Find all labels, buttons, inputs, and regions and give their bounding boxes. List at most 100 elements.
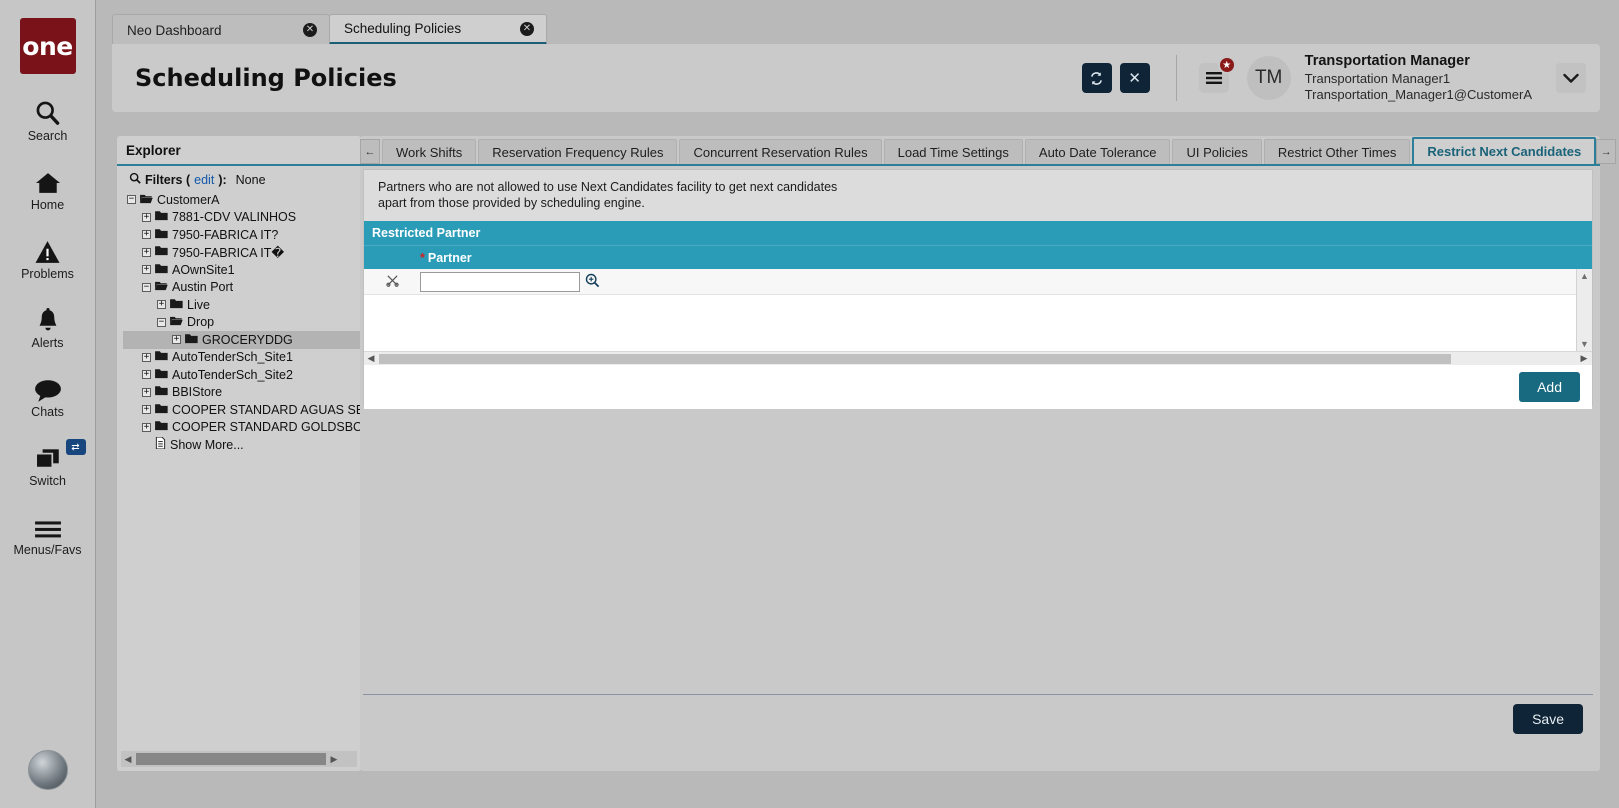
tree-expand-icon[interactable]: + <box>142 265 151 275</box>
partner-lookup-search-icon[interactable] <box>585 273 600 291</box>
tab-auto-date-tolerance[interactable]: Auto Date Tolerance <box>1024 139 1171 164</box>
tree-expand-icon[interactable]: + <box>142 387 151 397</box>
user-menu-chevron-down-icon[interactable] <box>1556 63 1586 93</box>
tree-node[interactable]: + AutoTenderSch_Site2 <box>123 366 361 384</box>
grid-horizontal-scrollbar[interactable]: ◀ ▶ <box>364 351 1592 366</box>
tree-expand-icon[interactable]: + <box>172 335 181 345</box>
explorer-tree: − CustomerA +7881-CDV VALINHOS +7950-FABRIC… <box>117 191 409 454</box>
panel-description-line2: apart from those provided by scheduling … <box>378 195 645 210</box>
tree-node[interactable]: Show More... <box>123 436 361 454</box>
tab-reservation-frequency-rules[interactable]: Reservation Frequency Rules <box>478 139 678 164</box>
tree-node[interactable]: + GROCERYDDG <box>123 331 361 349</box>
tree-node[interactable]: − Drop <box>123 314 361 332</box>
tab-work-shifts[interactable]: Work Shifts <box>382 139 477 164</box>
tree-collapse-icon[interactable]: − <box>157 317 166 327</box>
page-title: Scheduling Policies <box>135 64 397 92</box>
tree-expand-icon[interactable]: + <box>142 247 151 257</box>
scroll-right-arrow-icon[interactable]: ▶ <box>327 754 341 765</box>
explorer-panel: Explorer Filters (edit): None − CustomerA… <box>117 136 409 771</box>
switch-badge-icon[interactable]: ⇄ <box>65 439 86 455</box>
tab-load-time-settings[interactable]: Load Time Settings <box>883 139 1023 164</box>
tree-node[interactable]: + BBIStore <box>123 384 361 402</box>
tree-collapse-icon[interactable]: − <box>127 195 136 205</box>
filters-suffix: ): <box>218 172 227 187</box>
filters-edit-link[interactable]: edit <box>194 173 214 187</box>
tree-expand-icon[interactable]: + <box>142 422 151 432</box>
tree-node[interactable]: +7950-FABRICA IT� <box>123 244 361 262</box>
bell-icon <box>36 303 60 333</box>
folder-icon <box>155 420 168 434</box>
filters-label: Filters ( <box>145 172 191 187</box>
scroll-down-arrow-icon[interactable]: ▼ <box>1580 337 1589 351</box>
document-icon <box>155 436 166 452</box>
doc-tab-scheduling-policies[interactable]: Scheduling Policies ✕ <box>329 14 547 45</box>
tree-node[interactable]: +7950-FABRICA IT? <box>123 226 361 244</box>
rail-item-home[interactable]: Home <box>0 165 96 212</box>
tree-node[interactable]: − CustomerA <box>123 191 361 209</box>
tree-collapse-icon[interactable]: − <box>142 282 151 292</box>
rail-item-chats[interactable]: Chats <box>0 372 96 419</box>
tree-expand-icon[interactable]: + <box>142 352 151 362</box>
tab-ui-policies[interactable]: UI Policies <box>1172 139 1262 164</box>
chat-bubble-icon <box>34 372 62 402</box>
rail-item-search[interactable]: Search <box>0 96 96 143</box>
grid-scroll-right-arrow-icon[interactable]: ▶ <box>1576 353 1592 364</box>
restrict-next-candidates-card: Partners who are not allowed to use Next… <box>363 169 1593 410</box>
doc-tab-neo-dashboard[interactable]: Neo Dashboard ✕ <box>112 14 330 45</box>
tree-node[interactable]: +7881-CDV VALINHOS <box>123 209 361 227</box>
partner-input[interactable] <box>420 271 580 292</box>
tree-node[interactable]: + AOwnSite1 <box>123 261 361 279</box>
notifications-menu-button[interactable]: ★ <box>1198 56 1236 93</box>
tree-expand-icon[interactable]: + <box>142 405 151 415</box>
avatar[interactable]: TM <box>1246 56 1291 100</box>
rail-item-switch[interactable]: ⇄ Switch <box>0 439 96 488</box>
close-page-button[interactable]: ✕ <box>1119 63 1150 93</box>
scroll-left-arrow-icon[interactable]: ◀ <box>121 754 135 765</box>
scrollbar-thumb[interactable] <box>136 753 326 765</box>
user-role: Transportation Manager <box>1304 53 1470 70</box>
rail-item-menus-favs[interactable]: Menus/Favs <box>0 510 96 557</box>
grid-vertical-scrollbar[interactable]: ▲ ▼ <box>1576 269 1592 352</box>
tab-restrict-other-times[interactable]: Restrict Other Times <box>1263 139 1411 164</box>
scroll-up-arrow-icon[interactable]: ▲ <box>1580 269 1589 283</box>
close-icon[interactable]: ✕ <box>520 21 534 36</box>
tab-concurrent-reservation-rules[interactable]: Concurrent Reservation Rules <box>679 139 882 164</box>
rail-label-menus-favs: Menus/Favs <box>13 543 82 557</box>
grid-scrollbar-thumb[interactable] <box>379 353 1451 364</box>
tree-node-label: Austin Port <box>172 280 234 295</box>
tab-scroll-right-button[interactable]: → <box>1596 139 1617 164</box>
rail-item-problems[interactable]: Problems <box>0 234 96 281</box>
warning-triangle-icon <box>34 234 61 264</box>
user-info: Transportation Manager Transportation Ma… <box>1305 52 1532 103</box>
app-logo[interactable]: one <box>19 18 76 74</box>
save-button[interactable]: Save <box>1513 704 1583 734</box>
tree-expand-icon[interactable]: + <box>142 230 151 240</box>
cut-row-icon[interactable] <box>364 274 420 290</box>
tree-expand-icon[interactable]: + <box>142 370 151 380</box>
header-actions: ✕ ★ TM Transportation Manager Transporta… <box>1074 44 1600 112</box>
rail-item-alerts[interactable]: Alerts <box>0 303 96 350</box>
tree-node-label: 7881-CDV VALINHOS <box>172 210 297 225</box>
tree-node[interactable]: − Austin Port <box>123 279 361 297</box>
table-row[interactable] <box>364 269 1592 296</box>
refresh-button[interactable] <box>1081 63 1112 93</box>
grid-scroll-left-arrow-icon[interactable]: ◀ <box>364 353 378 364</box>
tree-expand-icon[interactable]: + <box>142 212 151 222</box>
tab-label: Concurrent Reservation Rules <box>693 144 868 160</box>
content-panel: ← Work Shifts Reservation Frequency Rules… <box>360 136 1617 771</box>
tab-scroll-left-button[interactable]: ← <box>360 139 380 164</box>
tab-label: Restrict Next Candidates <box>1427 144 1582 159</box>
rail-user-avatar[interactable] <box>28 750 68 790</box>
grid-body: ▲ ▼ <box>364 269 1592 352</box>
tree-node-label: AutoTenderSch_Site1 <box>172 350 293 365</box>
tree-expand-icon[interactable]: + <box>157 300 166 310</box>
tree-node[interactable]: + COOPER STANDARD GOLDSBORO <box>123 419 382 437</box>
tree-node[interactable]: + AutoTenderSch_Site1 <box>123 349 361 367</box>
tree-node-label: 7950-FABRICA IT? <box>172 227 279 242</box>
tree-node[interactable]: + COOPER STANDARD AGUAS SEALING ( <box>123 401 409 419</box>
tab-restrict-next-candidates[interactable]: Restrict Next Candidates <box>1412 137 1597 164</box>
explorer-horizontal-scrollbar[interactable]: ◀ ▶ <box>121 751 357 767</box>
add-button[interactable]: Add <box>1519 372 1580 403</box>
close-icon[interactable]: ✕ <box>303 23 317 37</box>
tree-node[interactable]: + Live <box>123 296 361 314</box>
